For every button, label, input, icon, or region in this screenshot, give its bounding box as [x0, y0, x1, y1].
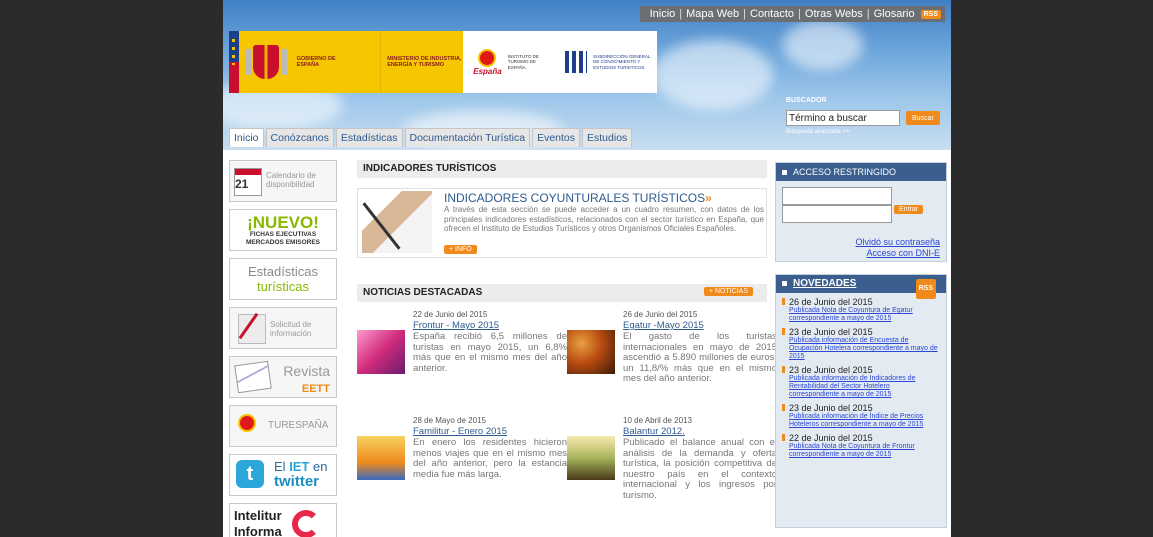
site-header: Inicio | Mapa Web | Contacto | Otras Webs | …: [223, 0, 951, 150]
fichas-ejecutivas-banner[interactable]: ¡NUEVO! FICHAS EJECUTIVAS MERCADOS EMISO…: [229, 209, 337, 251]
tab-estudios[interactable]: Estudios: [582, 128, 633, 147]
right-sidebar: ACCESO RESTRINGIDO Entrar Olvidó su cont…: [775, 162, 947, 528]
top-link-mapa-web[interactable]: Mapa Web: [682, 8, 743, 20]
top-link-glosario[interactable]: Glosario: [870, 8, 919, 20]
documents-icon: [234, 360, 272, 394]
novedades-box: NOVEDADES RSS 26 de Junio del 2015 Publi…: [775, 274, 947, 528]
news-title-link[interactable]: Frontur - Mayo 2015: [413, 320, 499, 331]
news-image: [357, 436, 405, 480]
coat-of-arms-icon: [244, 45, 287, 79]
news-item: 26 de Junio del 2015 Egatur -Mayo 2015 E…: [567, 310, 777, 402]
novedades-header[interactable]: NOVEDADES RSS: [776, 275, 946, 299]
subdireccion-logo[interactable]: SUBDIRECCIÓN GENERAL DE CONOCIMIENTO Y E…: [565, 31, 657, 93]
estadisticas-turisticas-banner[interactable]: Estadísticas turísticas: [229, 258, 337, 300]
info-button[interactable]: + INFO: [444, 245, 477, 254]
search-label: BUSCADOR: [786, 97, 827, 104]
novedad-link[interactable]: Publicada información de Encuesta de Ocu…: [789, 337, 940, 361]
form-pen-icon: [238, 314, 266, 344]
bullet-square-icon: [782, 170, 787, 176]
indicadores-title[interactable]: INDICADORES COYUNTURALES TURÍSTICOS»: [444, 191, 712, 205]
news-item: 10 de Abril de 2013 Balantur 2012. Publi…: [567, 416, 777, 508]
bullet-square-icon: [782, 280, 787, 286]
tab-estadisticas[interactable]: Estadísticas: [335, 128, 403, 147]
novedad-link[interactable]: Publicada Nota de Coyuntura de Egatur co…: [789, 307, 940, 323]
tab-conozcanos[interactable]: Conózcanos: [265, 128, 334, 147]
more-news-button[interactable]: + NOTICIAS: [703, 287, 753, 296]
news-image: [567, 436, 615, 480]
intelitur-banner[interactable]: Intelitur Informa: [229, 503, 337, 537]
news-image: [567, 330, 615, 374]
search-button[interactable]: Buscar: [906, 111, 940, 125]
login-button[interactable]: Entrar: [894, 205, 924, 214]
iet-twitter-banner[interactable]: t El IET en twitter: [229, 454, 337, 496]
gobierno-logo[interactable]: GOBIERNO DE ESPAÑA: [238, 31, 381, 93]
arrow-icon: »: [705, 191, 712, 205]
rss-icon[interactable]: RSS: [915, 279, 936, 299]
novedad-item: 26 de Junio del 2015 Publicada Nota de C…: [782, 297, 940, 323]
news-title-link[interactable]: Familitur - Enero 2015: [413, 426, 507, 437]
novedad-item: 23 de Junio del 2015 Publicada informaci…: [782, 327, 940, 361]
noticias-section-header: NOTICIAS DESTACADAS + NOTICIAS: [357, 284, 767, 302]
top-links-bar: Inicio | Mapa Web | Contacto | Otras Webs | …: [639, 6, 945, 22]
news-item: 28 de Mayo de 2015 Familitur - Enero 201…: [357, 416, 567, 508]
novedad-link[interactable]: Publicada Nota de Coyuntura de Frontur c…: [789, 443, 940, 459]
left-banners: 21 Calendario de disponibilidad ¡NUEVO! …: [229, 160, 339, 537]
top-link-otras-webs[interactable]: Otras Webs: [801, 8, 867, 20]
novedad-item: 23 de Junio del 2015 Publicada informaci…: [782, 365, 940, 399]
acceso-header: ACCESO RESTRINGIDO: [776, 163, 946, 181]
top-link-contacto[interactable]: Contacto: [746, 8, 798, 20]
novedad-link[interactable]: Publicada información de Índice de Preci…: [789, 413, 940, 429]
news-image: [357, 330, 405, 374]
rss-icon[interactable]: RSS: [920, 9, 941, 19]
indicadores-section-header: INDICADORES TURÍSTICOS: [357, 160, 767, 178]
news-title-link[interactable]: Balantur 2012.: [623, 426, 685, 437]
turespana-instituto-logo[interactable]: España INSTITUTO DE TURISMO DE ESPAÑA: [463, 31, 565, 93]
tab-inicio[interactable]: Inicio: [229, 128, 264, 147]
calendario-banner[interactable]: 21 Calendario de disponibilidad: [229, 160, 337, 202]
indicadores-box: INDICADORES COYUNTURALES TURÍSTICOS» A t…: [357, 188, 767, 258]
search-box: BUSCADOR Buscar Búsqueda avanzada >>: [786, 97, 946, 135]
novedad-item: 23 de Junio del 2015 Publicada informaci…: [782, 403, 940, 429]
novedad-item: 22 de Junio del 2015 Publicada Nota de C…: [782, 433, 940, 459]
twitter-icon: t: [236, 460, 264, 488]
writing-hand-image: [362, 191, 432, 253]
subdireccion-bars-icon: [565, 51, 588, 73]
eu-flag-strip: [229, 31, 239, 93]
novedad-link[interactable]: Publicada información de Indicadores de …: [789, 375, 940, 399]
revista-eett-banner[interactable]: Revista EETT: [229, 356, 337, 398]
dni-access-link[interactable]: Acceso con DNI-E: [866, 248, 940, 258]
ministerio-logo[interactable]: MINISTERIO DE INDUSTRIA, ENERGÍA Y TURIS…: [380, 31, 464, 93]
turespana-banner[interactable]: TURESPAÑA: [229, 405, 337, 447]
search-input[interactable]: [786, 110, 900, 126]
username-field[interactable]: [782, 187, 892, 205]
acceso-restringido-box: ACCESO RESTRINGIDO Entrar Olvidó su cont…: [775, 162, 947, 262]
espana-sun-icon: [478, 48, 497, 67]
news-title-link[interactable]: Egatur -Mayo 2015: [623, 320, 704, 331]
top-link-inicio[interactable]: Inicio: [646, 8, 680, 20]
main-content: INDICADORES TURÍSTICOS INDICADORES COYUN…: [357, 160, 777, 500]
intelitur-logo-icon: [292, 510, 320, 537]
tab-documentacion-turistica[interactable]: Documentación Turística: [404, 128, 531, 147]
password-field[interactable]: [782, 205, 892, 223]
institutional-logos: GOBIERNO DE ESPAÑA MINISTERIO DE INDUSTR…: [229, 31, 657, 93]
news-item: 22 de Junio del 2015 Frontur - Mayo 2015…: [357, 310, 567, 402]
indicadores-text: A través de esta sección se puede accede…: [444, 205, 764, 233]
forgot-password-link[interactable]: Olvidó su contraseña: [855, 237, 940, 247]
espana-sun-icon: [238, 414, 256, 432]
main-nav: Inicio Conózcanos Estadísticas Documenta…: [229, 128, 634, 147]
solicitud-informacion-banner[interactable]: Solicitud de información: [229, 307, 337, 349]
page: Inicio | Mapa Web | Contacto | Otras Webs | …: [223, 0, 951, 537]
tab-eventos[interactable]: Eventos: [532, 128, 581, 147]
advanced-search-link[interactable]: Búsqueda avanzada >>: [786, 129, 946, 135]
